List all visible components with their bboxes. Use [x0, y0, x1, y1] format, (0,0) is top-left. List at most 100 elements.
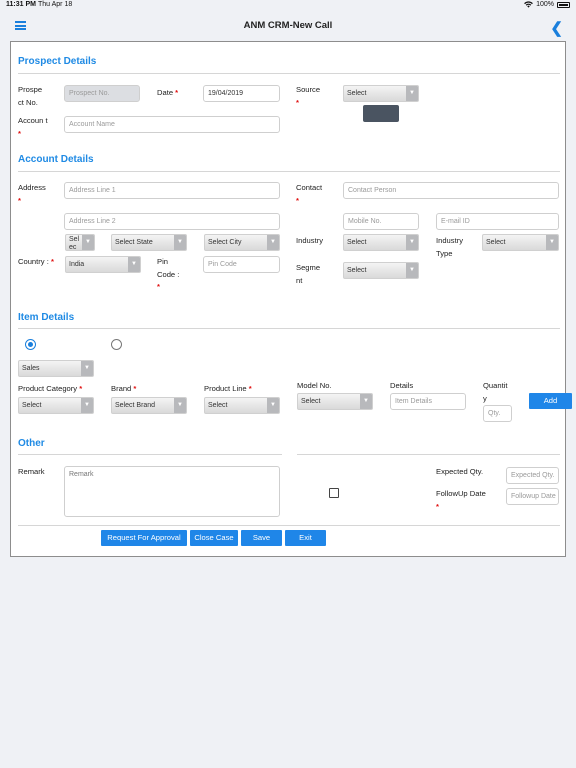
source-select-value: Select	[347, 90, 367, 97]
industry-label: Industry	[296, 236, 324, 245]
battery-icon	[557, 1, 570, 8]
product-line-select[interactable]: Select ▼	[204, 397, 280, 414]
city-select[interactable]: Select City ▼	[204, 234, 280, 251]
state-select-value: Select State	[115, 239, 153, 246]
product-category-label-text: Product Category	[18, 384, 78, 393]
address-line1-field[interactable]: Address Line 1	[64, 182, 280, 199]
status-right: 100%	[524, 1, 570, 8]
mobile-field[interactable]: Mobile No.	[343, 213, 419, 230]
item-type-radio-1[interactable]	[25, 339, 36, 350]
product-category-select-value: Select	[22, 402, 42, 409]
wifi-icon	[524, 1, 533, 8]
segment-label: Segme nt	[296, 263, 321, 285]
prospect-details-title: Prospect Details	[18, 56, 97, 67]
expected-qty-field[interactable]: Expected Qty.	[506, 467, 559, 484]
account-label: Accoun t *	[18, 116, 48, 138]
segment-select-value: Select	[347, 267, 367, 274]
followup-date-field[interactable]: Followup Date	[506, 488, 559, 505]
contact-label: Contact *	[296, 183, 323, 205]
product-category-label: Product Category *	[18, 384, 83, 393]
chevron-down-icon: ▼	[128, 257, 140, 272]
date-label: Date *	[157, 88, 179, 97]
status-bar: 11:31 PM Thu Apr 18 100%	[0, 0, 576, 11]
account-details-title: Account Details	[18, 154, 94, 165]
country-code-select[interactable]: Sel ec ▼	[65, 234, 95, 251]
product-category-select[interactable]: Select ▼	[18, 397, 94, 414]
chevron-down-icon: ▼	[267, 235, 279, 250]
remark-field[interactable]	[64, 466, 280, 517]
prospect-no-field[interactable]: Prospect No.	[64, 85, 140, 102]
add-item-button[interactable]: Add	[529, 393, 572, 409]
item-type-select[interactable]: Sales ▼	[18, 360, 94, 377]
section-divider	[18, 525, 560, 526]
date-label-text: Date	[157, 88, 174, 97]
address-label-text: Address	[18, 183, 46, 192]
chevron-down-icon: ▼	[360, 394, 372, 409]
new-call-form: Prospect Details Prospe ct No. Prospect …	[10, 41, 572, 557]
date-field[interactable]: 19/04/2019	[203, 85, 280, 102]
industry-select-value: Select	[347, 239, 367, 246]
remark-label: Remark	[18, 467, 45, 476]
chevron-down-icon: ▼	[174, 398, 186, 413]
chevron-down-icon: ▼	[81, 398, 93, 413]
chevron-down-icon: ▼	[81, 361, 93, 376]
chevron-down-icon: ▼	[406, 235, 418, 250]
industry-select[interactable]: Select ▼	[343, 234, 419, 251]
source-label-text: Source	[296, 85, 321, 94]
contact-person-field[interactable]: Contact Person	[343, 182, 559, 199]
email-field[interactable]: E-mail ID	[436, 213, 559, 230]
item-type-radio-2[interactable]	[111, 339, 122, 350]
country-select[interactable]: India ▼	[65, 256, 141, 273]
brand-select-value: Select Brand	[115, 402, 156, 409]
brand-label-text: Brand	[111, 384, 132, 393]
prospect-no-label-text: Prospe ct No.	[18, 85, 43, 107]
section-divider	[18, 171, 560, 172]
follow-up-checkbox[interactable]	[329, 488, 339, 498]
status-time: 11:31 PM	[6, 1, 36, 8]
chevron-down-icon: ▼	[406, 86, 418, 101]
pin-code-label-text: Pin Code :	[157, 257, 180, 279]
model-no-select[interactable]: Select ▼	[297, 393, 373, 410]
state-select[interactable]: Select State ▼	[111, 234, 187, 251]
section-divider	[297, 454, 560, 455]
model-no-label: Model No.	[297, 381, 332, 390]
chevron-down-icon: ▼	[82, 235, 94, 250]
product-line-label-text: Product Line	[204, 384, 247, 393]
item-details-field[interactable]: Item Details	[390, 393, 466, 410]
industry-type-select-value: Select	[486, 239, 506, 246]
product-line-label: Product Line *	[204, 384, 252, 393]
section-divider	[18, 73, 560, 74]
city-select-value: Select City	[208, 239, 242, 246]
chevron-down-icon: ▼	[406, 263, 418, 278]
qty-field[interactable]: Qty.	[483, 405, 512, 422]
section-divider	[18, 328, 560, 329]
item-type-select-value: Sales	[22, 365, 40, 372]
source-dropdown-popover	[363, 105, 399, 122]
details-label: Details	[390, 381, 414, 390]
item-details-title: Item Details	[18, 312, 75, 323]
other-title: Other	[18, 438, 45, 449]
source-label: Source *	[296, 85, 321, 107]
source-select[interactable]: Select ▼	[343, 85, 419, 102]
page-title: ANM CRM-New Call	[243, 20, 333, 31]
brand-select[interactable]: Select Brand ▼	[111, 397, 187, 414]
segment-select[interactable]: Select ▼	[343, 262, 419, 279]
product-line-select-value: Select	[208, 402, 228, 409]
chevron-down-icon: ▼	[546, 235, 558, 250]
account-label-text: Accoun t	[18, 116, 48, 125]
account-name-field[interactable]: Account Name	[64, 116, 280, 133]
close-case-button[interactable]: Close Case	[190, 530, 238, 546]
request-approval-button[interactable]: Request For Approval	[101, 530, 187, 546]
pin-code-label: Pin Code : *	[157, 257, 180, 291]
exit-button[interactable]: Exit	[285, 530, 326, 546]
save-button[interactable]: Save	[241, 530, 282, 546]
address-line2-field[interactable]: Address Line 2	[64, 213, 280, 230]
followup-date-label: FollowUp Date *	[436, 489, 486, 511]
brand-label: Brand *	[111, 384, 137, 393]
pin-code-field[interactable]: Pin Code	[203, 256, 280, 273]
industry-type-select[interactable]: Select ▼	[482, 234, 559, 251]
prospect-no-label: Prospe ct No.	[18, 84, 48, 109]
section-divider	[18, 454, 282, 455]
chevron-left-icon[interactable]: ❮	[550, 19, 563, 37]
expected-qty-label: Expected Qty.	[436, 467, 484, 476]
